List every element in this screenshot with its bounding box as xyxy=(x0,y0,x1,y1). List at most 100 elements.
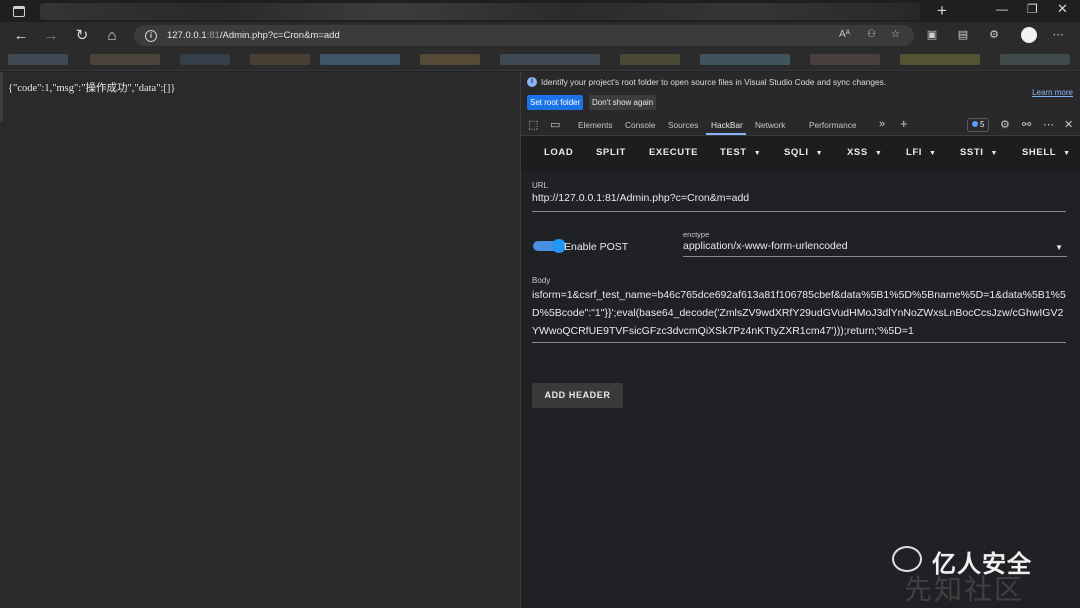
add-header-button[interactable]: ADD HEADER xyxy=(532,383,623,408)
bookmark-item[interactable] xyxy=(250,54,310,65)
inspect-icon[interactable]: ⬚ xyxy=(528,118,538,131)
lfi-dropdown[interactable]: LFI ▼ xyxy=(906,147,937,158)
url-path: /Admin.php?c=Cron&m=add xyxy=(219,30,340,41)
bookmark-item[interactable] xyxy=(810,54,880,65)
info-icon[interactable]: i xyxy=(145,29,157,42)
watermark-brand: 亿人安全 xyxy=(932,551,1032,578)
enctype-label: enctype xyxy=(683,230,710,239)
tab-network[interactable]: Network xyxy=(755,120,785,130)
devtools-panel: i Identify your project's root folder to… xyxy=(520,72,1080,608)
reload-icon[interactable]: ↻ xyxy=(72,26,92,46)
xss-label: XSS xyxy=(847,147,868,158)
active-tab-indicator xyxy=(706,133,746,135)
bookmark-item[interactable] xyxy=(500,54,600,65)
back-icon[interactable]: ← xyxy=(11,26,31,46)
home-icon[interactable]: ⌂ xyxy=(102,26,122,46)
sqli-label: SQLI xyxy=(784,147,809,158)
browser-toolbar: ← → ↻ ⌂ i 127.0.0.1:81/Admin.php?c=Cron&… xyxy=(0,22,1080,49)
chevron-down-icon: ▼ xyxy=(753,150,762,157)
split-button[interactable]: SPLIT xyxy=(596,147,626,158)
settings-gear-icon[interactable]: ⚙ xyxy=(1000,118,1010,131)
issues-icon xyxy=(972,121,978,127)
shell-dropdown[interactable]: SHELL ▼ xyxy=(1022,147,1071,158)
url-label: URL xyxy=(532,181,549,190)
url-input[interactable]: http://127.0.0.1:81/Admin.php?c=Cron&m=a… xyxy=(532,192,1066,212)
page-edge-strip xyxy=(0,72,3,122)
issues-count: 5 xyxy=(980,120,985,129)
remote-devices-icon[interactable]: ⚯ xyxy=(1022,118,1031,131)
devtools-tabs: ⬚ ▭ Elements Console Sources HackBar Net… xyxy=(521,114,1080,136)
add-tab-icon[interactable]: + xyxy=(900,116,908,131)
read-aloud-icon[interactable]: Aᴬ xyxy=(839,29,850,40)
bookmark-item[interactable] xyxy=(180,54,230,65)
chevron-down-icon: ▼ xyxy=(815,150,824,157)
tab-bar: + — ❐ ✕ xyxy=(0,0,1080,22)
address-bar[interactable]: i 127.0.0.1:81/Admin.php?c=Cron&m=add Aᴬ… xyxy=(134,25,914,46)
window-icon[interactable] xyxy=(13,5,25,17)
bookmark-item[interactable] xyxy=(420,54,480,65)
test-dropdown[interactable]: TEST ▼ xyxy=(720,147,761,158)
enctype-select[interactable]: application/x-www-form-urlencoded ▼ xyxy=(683,240,1067,257)
collections-icon[interactable]: ▤ xyxy=(956,28,970,42)
tab-elements[interactable]: Elements xyxy=(578,120,613,130)
body-label: Body xyxy=(532,276,551,285)
learn-more-link[interactable]: Learn more xyxy=(1032,88,1073,97)
json-response: {"code":1,"msg":"操作成功","data":[]} xyxy=(8,83,176,94)
device-toolbar-icon[interactable]: ▭ xyxy=(550,118,560,131)
chevron-down-icon: ▼ xyxy=(1055,243,1063,252)
forward-icon[interactable]: → xyxy=(41,26,61,46)
address-url[interactable]: 127.0.0.1:81/Admin.php?c=Cron&m=add xyxy=(167,30,340,41)
tab-hackbar[interactable]: HackBar xyxy=(711,120,743,130)
more-tabs-icon[interactable]: » xyxy=(879,118,885,130)
dont-show-again-button[interactable]: Don't show again xyxy=(589,95,657,110)
bookmark-item[interactable] xyxy=(900,54,980,65)
enable-post-label: Enable POST xyxy=(564,241,629,253)
minimize-icon[interactable]: — xyxy=(996,2,1008,16)
bookmark-item[interactable] xyxy=(1000,54,1070,65)
bookmark-item[interactable] xyxy=(700,54,790,65)
extensions-icon[interactable]: ⚙ xyxy=(987,28,1001,42)
tab-sources[interactable]: Sources xyxy=(668,120,698,130)
tab-console[interactable]: Console xyxy=(625,120,655,130)
shell-label: SHELL xyxy=(1022,147,1057,158)
favorite-icon[interactable]: ☆ xyxy=(891,29,900,40)
xss-dropdown[interactable]: XSS ▼ xyxy=(847,147,882,158)
bookmarks-bar xyxy=(0,49,1080,71)
lfi-label: LFI xyxy=(906,147,923,158)
close-devtools-icon[interactable]: ✕ xyxy=(1064,118,1073,131)
test-label: TEST xyxy=(720,147,747,158)
page-viewport: {"code":1,"msg":"操作成功","data":[]} xyxy=(0,72,520,608)
split-screen-icon[interactable]: ▣ xyxy=(925,28,939,42)
ssti-dropdown[interactable]: SSTI ▼ xyxy=(960,147,998,158)
close-window-icon[interactable]: ✕ xyxy=(1057,1,1068,17)
more-options-icon[interactable]: ⋯ xyxy=(1043,118,1054,131)
execute-button[interactable]: EXECUTE xyxy=(649,147,698,158)
tracking-icon[interactable]: ⚇ xyxy=(867,29,876,40)
bookmark-item[interactable] xyxy=(90,54,160,65)
enctype-value: application/x-www-form-urlencoded xyxy=(683,240,848,252)
issues-badge[interactable]: 5 xyxy=(967,118,990,132)
bookmark-item[interactable] xyxy=(320,54,400,65)
bookmark-item[interactable] xyxy=(620,54,680,65)
vscode-notice: i Identify your project's root folder to… xyxy=(521,72,1080,114)
chevron-down-icon: ▼ xyxy=(990,150,999,157)
hackbar-menu: LOAD SPLIT EXECUTE TEST ▼ SQLI ▼ XSS ▼ LFI ▼… xyxy=(521,136,1080,233)
more-icon[interactable]: ⋯ xyxy=(1051,28,1065,42)
enable-post-toggle[interactable] xyxy=(533,239,566,253)
maximize-icon[interactable]: ❐ xyxy=(1027,2,1038,16)
bookmark-item[interactable] xyxy=(8,54,68,65)
url-port: :81 xyxy=(206,30,220,41)
set-root-folder-button[interactable]: Set root folder xyxy=(527,95,584,110)
sqli-dropdown[interactable]: SQLI ▼ xyxy=(784,147,823,158)
profile-avatar[interactable] xyxy=(1021,27,1037,43)
new-tab-button[interactable]: + xyxy=(937,1,947,21)
url-host: 127.0.0.1 xyxy=(167,30,207,41)
blurred-tabs[interactable] xyxy=(40,3,920,20)
load-button[interactable]: LOAD xyxy=(544,147,573,158)
notice-text: Identify your project's root folder to o… xyxy=(541,77,887,87)
info-icon: i xyxy=(527,77,537,87)
tab-performance[interactable]: Performance xyxy=(809,120,857,130)
ssti-label: SSTI xyxy=(960,147,984,158)
chevron-down-icon: ▼ xyxy=(1063,150,1071,157)
body-textarea[interactable]: isform=1&csrf_test_name=b46c765dce692af6… xyxy=(532,286,1066,343)
